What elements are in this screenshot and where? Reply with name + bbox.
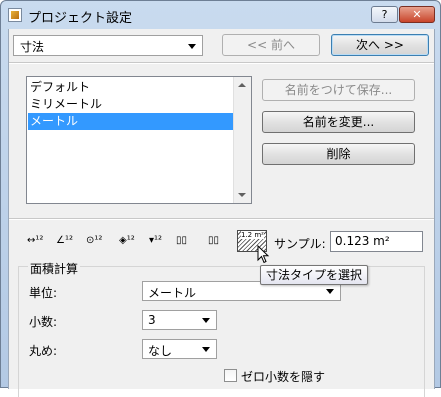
list-item[interactable]: ミリメートル [28, 96, 233, 113]
hide-zero-decimals-label[interactable]: ゼロ小数を隠す [241, 368, 325, 385]
unit-value: メートル [148, 286, 197, 300]
chevron-down-icon [326, 289, 334, 294]
radius-dimension-icon[interactable]: ⊙¹² [86, 233, 102, 249]
chevron-down-icon [202, 318, 210, 323]
area-dimension-glyph: 1.2 m² [241, 231, 264, 239]
hide-zero-decimals-checkbox[interactable] [224, 369, 237, 382]
list-item-selected[interactable]: メートル [28, 113, 233, 130]
preset-listbox[interactable]: デフォルト ミリメートル メートル [26, 76, 252, 204]
rename-button[interactable]: 名前を変更... [262, 111, 415, 133]
next-button[interactable]: 次へ >> [331, 34, 429, 56]
help-button[interactable]: ? [371, 6, 398, 23]
window-title: プロジェクト設定 [28, 11, 133, 26]
dialog-client: 寸法 << 前へ 次へ >> デフォルト ミリメートル メートル 名前をつけて保… [8, 29, 435, 397]
sample-label: サンプル: [274, 237, 326, 251]
save-as-button[interactable]: 名前をつけて保存... [262, 79, 415, 101]
linear-dimension-icon[interactable]: ↔¹² [27, 233, 43, 249]
elevation-dimension-icon[interactable]: ◈¹² [119, 233, 135, 249]
middle-divider [9, 218, 434, 220]
decimals-select[interactable]: 3 [142, 310, 217, 330]
list-item[interactable]: デフォルト [28, 79, 233, 96]
decimals-label: 小数: [29, 315, 58, 329]
rounding-value: なし [148, 344, 173, 358]
delete-button[interactable]: 削除 [262, 143, 415, 165]
sample-field: 0.123 m² [330, 231, 423, 252]
unit-label: 単位: [29, 286, 58, 300]
scroll-up-icon[interactable] [238, 83, 246, 87]
angle-dimension-icon[interactable]: ∠¹² [56, 233, 73, 249]
decimals-value: 3 [148, 313, 156, 327]
chevron-down-icon [202, 347, 210, 352]
listbox-scrollbar[interactable] [233, 77, 251, 203]
close-button[interactable]: ✕ [399, 6, 435, 23]
sill-height-dimension-icon[interactable]: ▯▯ [208, 233, 219, 249]
settings-page-select[interactable]: 寸法 [13, 35, 203, 56]
app-icon [8, 8, 22, 22]
settings-page-value: 寸法 [20, 40, 45, 54]
project-settings-window: プロジェクト設定 ? ✕ 寸法 << 前へ 次へ >> デフォルト ミリメートル… [0, 0, 441, 397]
level-dimension-icon[interactable]: ▾¹² [149, 233, 162, 249]
scroll-down-icon[interactable] [238, 193, 246, 197]
door-window-dimension-icon[interactable]: ▯▯ [176, 233, 187, 249]
tooltip: 寸法タイプを選択 [260, 265, 369, 285]
rounding-select[interactable]: なし [142, 339, 217, 359]
top-divider [9, 62, 434, 64]
rounding-label: 丸め: [29, 344, 58, 358]
prev-button[interactable]: << 前へ [222, 34, 320, 56]
chevron-down-icon [188, 44, 196, 49]
title-bar: プロジェクト設定 ? ✕ [1, 1, 440, 29]
area-calc-title: 面積計算 [28, 260, 81, 277]
mouse-cursor-icon [257, 245, 270, 264]
